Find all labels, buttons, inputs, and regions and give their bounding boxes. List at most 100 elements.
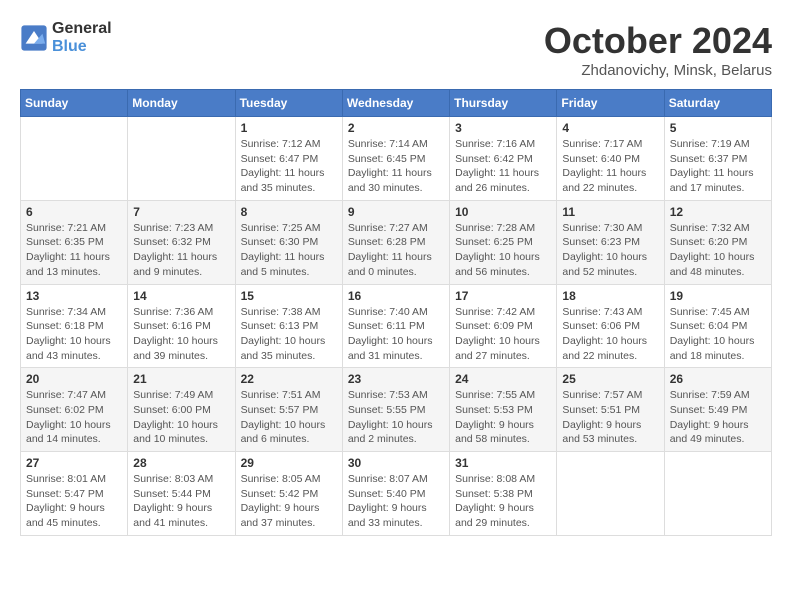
day-number: 28 [133,456,229,470]
day-cell: 2 Sunrise: 7:14 AM Sunset: 6:45 PM Daylig… [342,117,449,201]
day-info: Sunrise: 7:23 AM Sunset: 6:32 PM Dayligh… [133,221,229,280]
day-info: Sunrise: 7:53 AM Sunset: 5:55 PM Dayligh… [348,388,444,447]
week-row-4: 20 Sunrise: 7:47 AM Sunset: 6:02 PM Dayli… [21,368,772,452]
day-cell: 21 Sunrise: 7:49 AM Sunset: 6:00 PM Dayli… [128,368,235,452]
day-info: Sunrise: 7:27 AM Sunset: 6:28 PM Dayligh… [348,221,444,280]
day-info: Sunrise: 7:45 AM Sunset: 6:04 PM Dayligh… [670,305,766,364]
day-number: 30 [348,456,444,470]
week-row-1: 1 Sunrise: 7:12 AM Sunset: 6:47 PM Daylig… [21,117,772,201]
day-cell: 29 Sunrise: 8:05 AM Sunset: 5:42 PM Dayli… [235,452,342,536]
day-number: 22 [241,372,337,386]
logo-icon [20,24,48,52]
day-cell: 12Sunrise: 7:32 AM Sunset: 6:20 PM Dayli… [664,200,771,284]
day-number: 17 [455,289,551,303]
weekday-header-row: SundayMondayTuesdayWednesdayThursdayFrid… [21,90,772,117]
day-info: Sunrise: 7:19 AM Sunset: 6:37 PM Dayligh… [670,137,766,196]
day-cell: 10Sunrise: 7:28 AM Sunset: 6:25 PM Dayli… [450,200,557,284]
day-number: 25 [562,372,658,386]
day-cell: 25 Sunrise: 7:57 AM Sunset: 5:51 PM Dayli… [557,368,664,452]
day-info: Sunrise: 7:57 AM Sunset: 5:51 PM Dayligh… [562,388,658,447]
day-info: Sunrise: 7:47 AM Sunset: 6:02 PM Dayligh… [26,388,122,447]
day-cell: 23 Sunrise: 7:53 AM Sunset: 5:55 PM Dayli… [342,368,449,452]
day-cell: 1 Sunrise: 7:12 AM Sunset: 6:47 PM Daylig… [235,117,342,201]
day-number: 18 [562,289,658,303]
day-info: Sunrise: 7:49 AM Sunset: 6:00 PM Dayligh… [133,388,229,447]
day-info: Sunrise: 8:08 AM Sunset: 5:38 PM Dayligh… [455,472,551,531]
day-info: Sunrise: 7:14 AM Sunset: 6:45 PM Dayligh… [348,137,444,196]
day-info: Sunrise: 7:32 AM Sunset: 6:20 PM Dayligh… [670,221,766,280]
day-cell: 7Sunrise: 7:23 AM Sunset: 6:32 PM Daylig… [128,200,235,284]
day-info: Sunrise: 7:36 AM Sunset: 6:16 PM Dayligh… [133,305,229,364]
day-number: 6 [26,205,122,219]
logo-general: General [52,20,112,37]
day-info: Sunrise: 8:07 AM Sunset: 5:40 PM Dayligh… [348,472,444,531]
day-cell: 24Sunrise: 7:55 AM Sunset: 5:53 PM Dayli… [450,368,557,452]
day-number: 16 [348,289,444,303]
weekday-header-monday: Monday [128,90,235,117]
day-cell: 6 Sunrise: 7:21 AM Sunset: 6:35 PM Daylig… [21,200,128,284]
day-info: Sunrise: 8:05 AM Sunset: 5:42 PM Dayligh… [241,472,337,531]
day-cell: 20 Sunrise: 7:47 AM Sunset: 6:02 PM Dayli… [21,368,128,452]
day-cell: 3Sunrise: 7:16 AM Sunset: 6:42 PM Daylig… [450,117,557,201]
day-cell: 14Sunrise: 7:36 AM Sunset: 6:16 PM Dayli… [128,284,235,368]
day-number: 4 [562,121,658,135]
weekday-header-sunday: Sunday [21,90,128,117]
day-info: Sunrise: 7:17 AM Sunset: 6:40 PM Dayligh… [562,137,658,196]
day-info: Sunrise: 7:21 AM Sunset: 6:35 PM Dayligh… [26,221,122,280]
day-number: 27 [26,456,122,470]
calendar-table: SundayMondayTuesdayWednesdayThursdayFrid… [20,89,772,536]
day-info: Sunrise: 7:30 AM Sunset: 6:23 PM Dayligh… [562,221,658,280]
month-title: October 2024 [544,20,772,62]
day-number: 26 [670,372,766,386]
day-number: 24 [455,372,551,386]
day-cell: 11Sunrise: 7:30 AM Sunset: 6:23 PM Dayli… [557,200,664,284]
day-cell [664,452,771,536]
day-cell: 13Sunrise: 7:34 AM Sunset: 6:18 PM Dayli… [21,284,128,368]
day-number: 23 [348,372,444,386]
day-number: 19 [670,289,766,303]
day-info: Sunrise: 8:01 AM Sunset: 5:47 PM Dayligh… [26,472,122,531]
day-info: Sunrise: 7:40 AM Sunset: 6:11 PM Dayligh… [348,305,444,364]
day-cell: 9 Sunrise: 7:27 AM Sunset: 6:28 PM Daylig… [342,200,449,284]
day-cell [557,452,664,536]
day-cell [21,117,128,201]
title-block: October 2024 Zhdanovichy, Minsk, Belarus [544,20,772,79]
day-number: 3 [455,121,551,135]
day-cell: 4 Sunrise: 7:17 AM Sunset: 6:40 PM Daylig… [557,117,664,201]
weekday-header-friday: Friday [557,90,664,117]
day-number: 9 [348,205,444,219]
weekday-header-wednesday: Wednesday [342,90,449,117]
day-cell: 16 Sunrise: 7:40 AM Sunset: 6:11 PM Dayli… [342,284,449,368]
logo-blue: Blue [52,38,87,55]
day-info: Sunrise: 7:12 AM Sunset: 6:47 PM Dayligh… [241,137,337,196]
day-info: Sunrise: 7:51 AM Sunset: 5:57 PM Dayligh… [241,388,337,447]
location-subtitle: Zhdanovichy, Minsk, Belarus [544,62,772,79]
day-cell: 28Sunrise: 8:03 AM Sunset: 5:44 PM Dayli… [128,452,235,536]
day-info: Sunrise: 7:38 AM Sunset: 6:13 PM Dayligh… [241,305,337,364]
day-cell [128,117,235,201]
day-info: Sunrise: 7:43 AM Sunset: 6:06 PM Dayligh… [562,305,658,364]
weekday-header-thursday: Thursday [450,90,557,117]
day-number: 13 [26,289,122,303]
day-number: 20 [26,372,122,386]
weekday-header-saturday: Saturday [664,90,771,117]
week-row-2: 6 Sunrise: 7:21 AM Sunset: 6:35 PM Daylig… [21,200,772,284]
day-info: Sunrise: 7:42 AM Sunset: 6:09 PM Dayligh… [455,305,551,364]
day-info: Sunrise: 7:25 AM Sunset: 6:30 PM Dayligh… [241,221,337,280]
day-cell: 30 Sunrise: 8:07 AM Sunset: 5:40 PM Dayli… [342,452,449,536]
day-info: Sunrise: 7:28 AM Sunset: 6:25 PM Dayligh… [455,221,551,280]
day-cell: 5Sunrise: 7:19 AM Sunset: 6:37 PM Daylig… [664,117,771,201]
day-number: 21 [133,372,229,386]
week-row-5: 27 Sunrise: 8:01 AM Sunset: 5:47 PM Dayli… [21,452,772,536]
day-number: 29 [241,456,337,470]
day-cell: 17 Sunrise: 7:42 AM Sunset: 6:09 PM Dayli… [450,284,557,368]
day-cell: 15Sunrise: 7:38 AM Sunset: 6:13 PM Dayli… [235,284,342,368]
day-number: 8 [241,205,337,219]
weekday-header-tuesday: Tuesday [235,90,342,117]
page-header: General Blue October 2024 Zhdanovichy, M… [20,20,772,79]
day-number: 31 [455,456,551,470]
day-number: 2 [348,121,444,135]
logo-text: General Blue [52,20,112,56]
day-cell: 31 Sunrise: 8:08 AM Sunset: 5:38 PM Dayli… [450,452,557,536]
day-number: 1 [241,121,337,135]
